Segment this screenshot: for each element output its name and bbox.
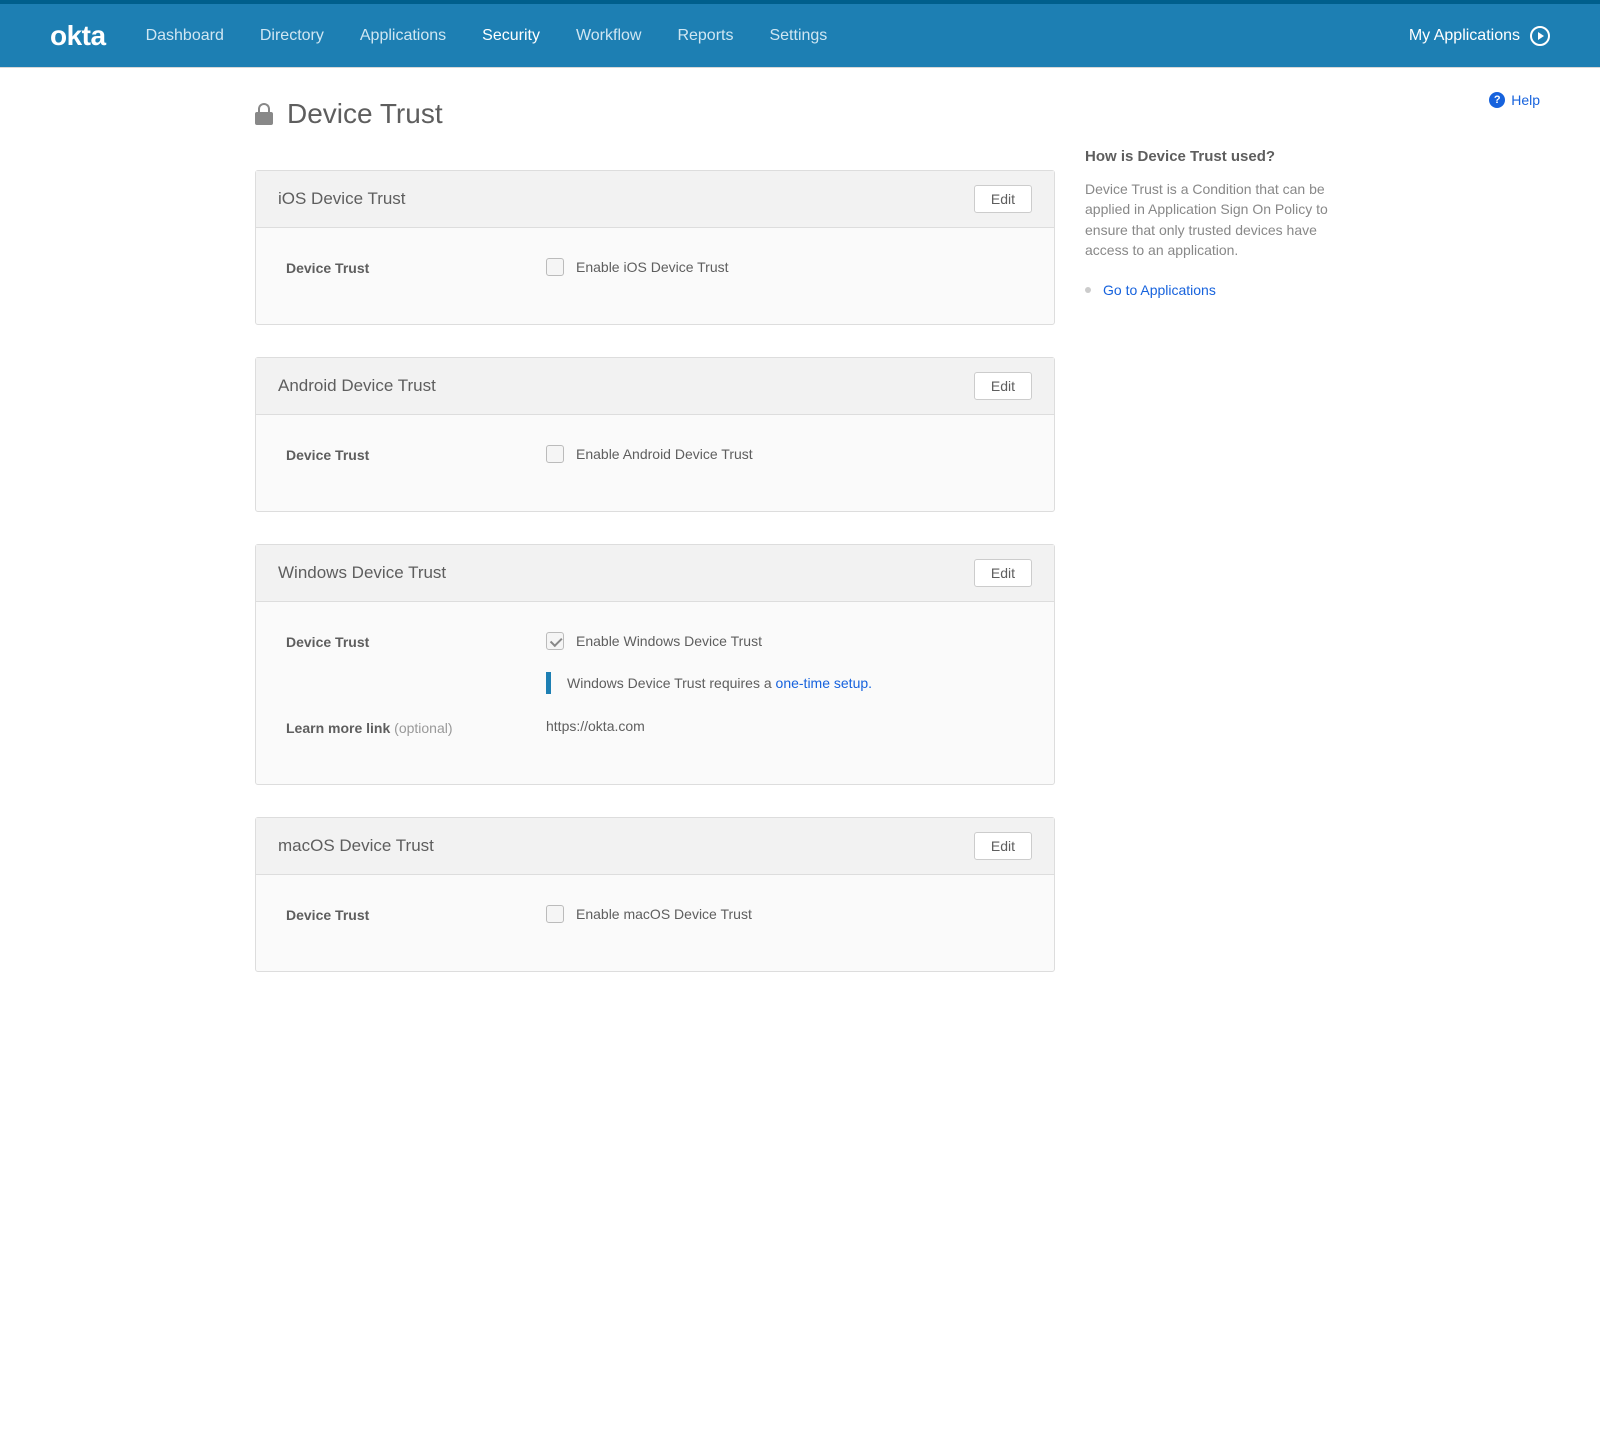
checkbox-label: Enable iOS Device Trust <box>576 259 729 275</box>
nav-security[interactable]: Security <box>482 27 540 45</box>
nav-dashboard[interactable]: Dashboard <box>146 27 224 45</box>
learn-more-label: Learn more link (optional) <box>286 718 546 736</box>
nav-settings[interactable]: Settings <box>769 27 827 45</box>
one-time-setup-link[interactable]: one-time setup. <box>776 675 873 691</box>
checkbox-label: Enable Windows Device Trust <box>576 633 762 649</box>
field-label: Device Trust <box>286 632 546 650</box>
enable-windows-checkbox[interactable] <box>546 632 564 650</box>
help-icon: ? <box>1489 92 1505 108</box>
top-nav: okta Dashboard Directory Applications Se… <box>0 4 1600 68</box>
checkbox-label: Enable macOS Device Trust <box>576 906 752 922</box>
info-box: Windows Device Trust requires a one-time… <box>546 672 1024 694</box>
edit-button[interactable]: Edit <box>974 185 1032 213</box>
sidebar-body: Device Trust is a Condition that can be … <box>1085 179 1345 260</box>
macos-device-trust-card: macOS Device Trust Edit Device Trust Ena… <box>255 817 1055 972</box>
nav-workflow[interactable]: Workflow <box>576 27 642 45</box>
nav-applications[interactable]: Applications <box>360 27 446 45</box>
edit-button[interactable]: Edit <box>974 372 1032 400</box>
nav-directory[interactable]: Directory <box>260 27 324 45</box>
field-label: Device Trust <box>286 258 546 276</box>
card-title: macOS Device Trust <box>278 836 434 856</box>
optional-text: (optional) <box>394 720 452 736</box>
page-title-text: Device Trust <box>287 98 443 130</box>
logo: okta <box>50 20 106 52</box>
learn-more-value: https://okta.com <box>546 718 1024 734</box>
field-label: Device Trust <box>286 445 546 463</box>
learn-more-label-text: Learn more link <box>286 720 394 736</box>
enable-macos-checkbox[interactable] <box>546 905 564 923</box>
bullet-icon <box>1085 287 1091 293</box>
page-title: Device Trust <box>255 98 443 130</box>
enable-ios-checkbox[interactable] <box>546 258 564 276</box>
checkbox-label: Enable Android Device Trust <box>576 446 753 462</box>
arrow-right-icon <box>1530 26 1550 46</box>
card-title: Windows Device Trust <box>278 563 446 583</box>
edit-button[interactable]: Edit <box>974 559 1032 587</box>
my-applications-link[interactable]: My Applications <box>1409 26 1550 46</box>
field-label: Device Trust <box>286 905 546 923</box>
ios-device-trust-card: iOS Device Trust Edit Device Trust Enabl… <box>255 170 1055 325</box>
card-title: iOS Device Trust <box>278 189 406 209</box>
go-to-applications-link[interactable]: Go to Applications <box>1103 282 1216 298</box>
nav-reports[interactable]: Reports <box>677 27 733 45</box>
windows-device-trust-card: Windows Device Trust Edit Device Trust E… <box>255 544 1055 785</box>
lock-icon <box>255 103 273 125</box>
enable-android-checkbox[interactable] <box>546 445 564 463</box>
help-link[interactable]: ? Help <box>1489 92 1540 108</box>
my-applications-label: My Applications <box>1409 27 1520 45</box>
nav: Dashboard Directory Applications Securit… <box>146 27 1409 45</box>
sidebar-heading: How is Device Trust used? <box>1085 148 1345 165</box>
android-device-trust-card: Android Device Trust Edit Device Trust E… <box>255 357 1055 512</box>
info-text: Windows Device Trust requires a <box>567 675 776 691</box>
help-label: Help <box>1511 92 1540 108</box>
edit-button[interactable]: Edit <box>974 832 1032 860</box>
card-title: Android Device Trust <box>278 376 436 396</box>
